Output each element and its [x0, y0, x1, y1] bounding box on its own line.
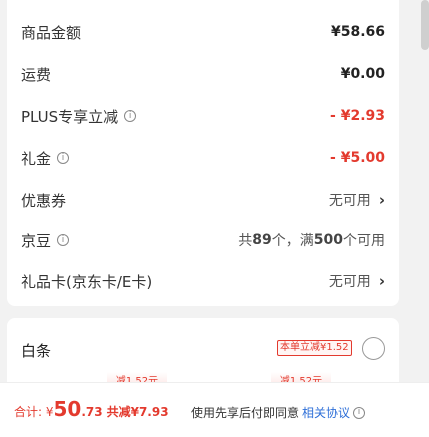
- shipping-label: 运费: [21, 65, 52, 84]
- total-integer: 50: [53, 397, 82, 421]
- baitiao-title: 白条: [21, 342, 52, 360]
- chevron-right-icon: ›: [378, 272, 385, 290]
- total-decimal: .73: [81, 405, 103, 419]
- goods-amount-row: 商品金额 ¥58.66: [21, 20, 385, 44]
- total-savings: 共减¥7.93: [106, 405, 169, 419]
- goods-amount-label: 商品金额: [21, 23, 82, 42]
- gift-money-value: - ¥5.00: [330, 150, 385, 166]
- total-summary: 合计: ¥ 50 .73 共减¥7.93: [14, 397, 169, 421]
- checkout-footer: 合计: ¥ 50 .73 共减¥7.93 使用先享后付即同意 相关协议 i: [0, 382, 429, 437]
- baitiao-radio[interactable]: [362, 337, 385, 360]
- jingdou-value: 共 89 个，满 500 个可用: [238, 232, 385, 249]
- coupon-value: 无可用: [328, 193, 371, 209]
- jingdou-label: 京豆: [21, 231, 52, 250]
- info-icon[interactable]: i: [57, 234, 70, 246]
- info-icon[interactable]: i: [353, 406, 366, 419]
- gift-money-row: 礼金 i - ¥5.00: [21, 146, 385, 170]
- gift-card-row[interactable]: 礼品卡(京东卡/E卡) 无可用 ›: [21, 269, 385, 293]
- coupon-row[interactable]: 优惠券 无可用 ›: [21, 188, 385, 212]
- info-icon[interactable]: i: [124, 110, 137, 122]
- gift-card-label: 礼品卡(京东卡/E卡): [21, 272, 153, 291]
- baitiao-promo-badge: 本单立减¥1.52: [277, 340, 352, 356]
- goods-amount-value: ¥58.66: [330, 24, 385, 40]
- plus-discount-value: - ¥2.93: [330, 108, 385, 124]
- chevron-right-icon: ›: [378, 191, 385, 209]
- plus-discount-label: PLUS专享立减: [21, 107, 119, 126]
- agreement-link[interactable]: 相关协议: [302, 404, 350, 421]
- shipping-value: ¥0.00: [340, 66, 385, 82]
- agreement-text: 使用先享后付即同意 相关协议 i: [191, 404, 366, 421]
- coupon-label: 优惠券: [21, 191, 67, 210]
- order-summary-card: 商品金额 ¥58.66 运费 ¥0.00 PLUS专享立减 i - ¥2.93 …: [7, 0, 399, 306]
- total-label: 合计: ¥: [14, 405, 54, 419]
- plus-discount-row: PLUS专享立减 i - ¥2.93: [21, 104, 385, 128]
- shipping-row: 运费 ¥0.00: [21, 62, 385, 86]
- jingdou-row: 京豆 i 共 89 个，满 500 个可用: [21, 228, 385, 252]
- scrollbar[interactable]: [421, 0, 429, 50]
- gift-money-label: 礼金: [21, 149, 52, 168]
- info-icon[interactable]: i: [57, 152, 70, 164]
- gift-card-value: 无可用: [328, 274, 371, 290]
